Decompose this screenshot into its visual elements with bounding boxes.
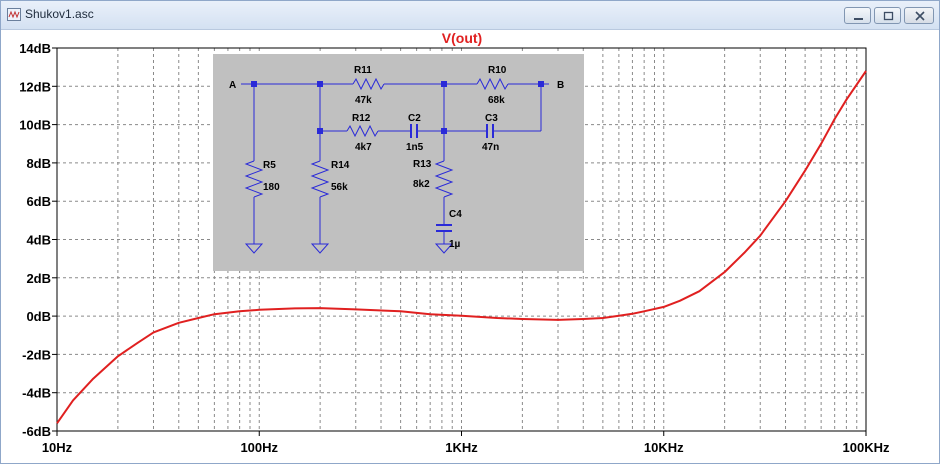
plot-area[interactable]: V(out) A B R11 47k R10 68k R12 4k7 C2 1n… xyxy=(1,29,939,463)
c4-ref: C4 xyxy=(449,209,462,220)
x-tick-label: 10Hz xyxy=(42,440,73,455)
chart-title: V(out) xyxy=(442,30,482,46)
schematic-icon xyxy=(7,8,21,21)
maximize-icon xyxy=(883,11,894,21)
r5-ref: R5 xyxy=(263,160,276,171)
y-tick-label: 2dB xyxy=(26,271,51,286)
r10-ref: R10 xyxy=(488,65,507,76)
title-bar[interactable]: Shukov1.asc xyxy=(1,1,939,30)
maximize-button[interactable] xyxy=(874,7,901,24)
y-tick-label: -2dB xyxy=(22,347,51,362)
r10-value: 68k xyxy=(488,95,505,106)
waveform-window: Shukov1.asc V(out) A B R11 47k R10 68k R… xyxy=(0,0,940,464)
x-tick-label: 100Hz xyxy=(240,440,278,455)
r11-value: 47k xyxy=(355,95,372,106)
close-icon xyxy=(915,11,925,21)
y-tick-label: 14dB xyxy=(19,41,51,56)
y-tick-label: 6dB xyxy=(26,194,51,209)
r5-value: 180 xyxy=(263,182,280,193)
r12-ref: R12 xyxy=(352,113,371,124)
r11-ref: R11 xyxy=(354,65,372,76)
c2-ref: C2 xyxy=(408,113,421,124)
y-tick-label: 0dB xyxy=(26,309,51,324)
minimize-button[interactable] xyxy=(844,7,871,24)
y-tick-label: -6dB xyxy=(22,424,51,439)
r14-value: 56k xyxy=(331,182,348,193)
y-tick-label: 10dB xyxy=(19,118,51,133)
x-tick-label: 1KHz xyxy=(445,440,478,455)
r13-value: 8k2 xyxy=(413,179,430,190)
x-tick-label: 10KHz xyxy=(644,440,684,455)
x-tick-label: 100KHz xyxy=(843,440,890,455)
y-tick-label: 12dB xyxy=(19,79,51,94)
inset-schematic: A B R11 47k R10 68k R12 4k7 C2 1n5 C3 47… xyxy=(213,54,584,271)
r12-value: 4k7 xyxy=(355,142,372,153)
y-tick-label: -4dB xyxy=(22,386,51,401)
node-b-label: B xyxy=(557,80,564,91)
close-button[interactable] xyxy=(904,7,934,24)
minimize-icon xyxy=(854,18,863,20)
y-tick-label: 4dB xyxy=(26,233,51,248)
window-title: Shukov1.asc xyxy=(25,7,94,21)
c3-value: 47n xyxy=(482,142,499,153)
c2-value: 1n5 xyxy=(406,142,424,153)
r14-ref: R14 xyxy=(331,160,350,171)
node-a-label: A xyxy=(229,80,236,91)
y-tick-label: 8dB xyxy=(26,156,51,171)
c3-ref: C3 xyxy=(485,113,498,124)
c4-value: 1µ xyxy=(449,239,461,250)
r13-ref: R13 xyxy=(413,159,432,170)
